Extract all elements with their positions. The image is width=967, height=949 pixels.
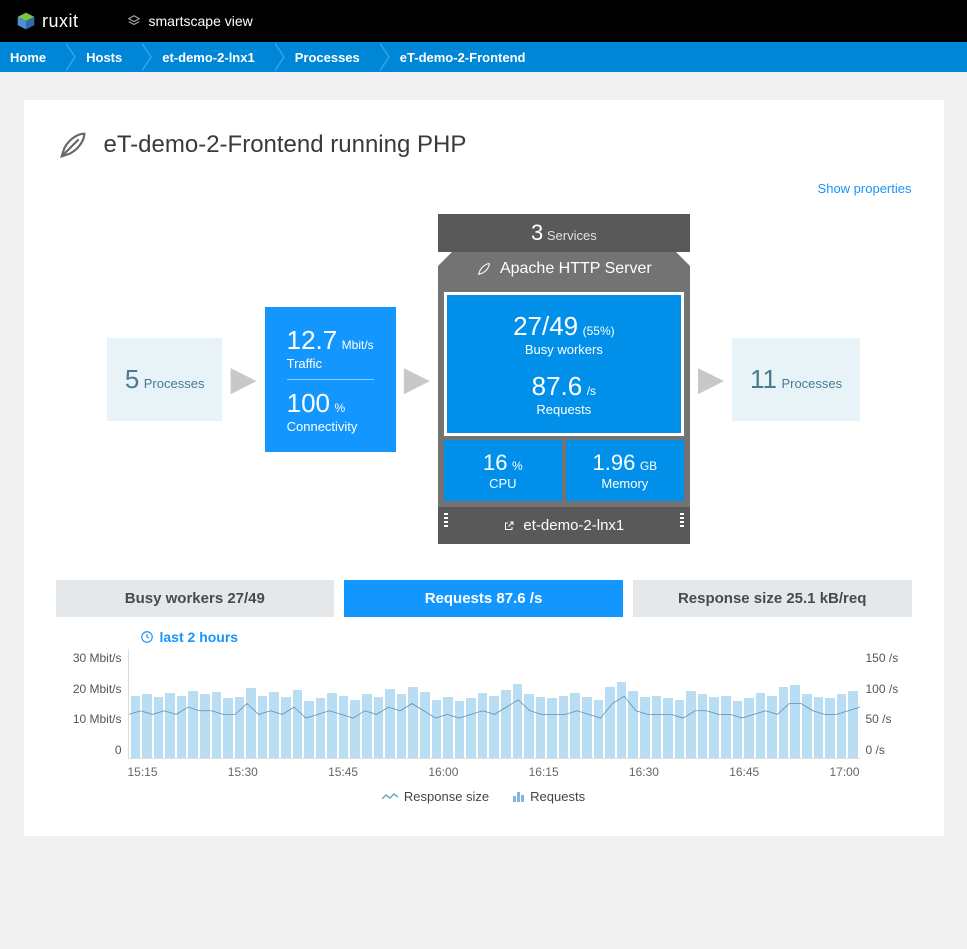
brand-logo[interactable]: ruxit bbox=[16, 11, 79, 32]
x-axis: 15:1515:3015:4516:0016:1516:3016:4517:00 bbox=[128, 765, 860, 779]
chart-legend: Response size Requests bbox=[56, 789, 912, 804]
breadcrumb-item[interactable]: et-demo-2-lnx1 bbox=[140, 42, 272, 72]
y-axis-left: 30 Mbit/s20 Mbit/s10 Mbit/s0 bbox=[56, 649, 128, 759]
metric-tab[interactable]: Response size 25.1 kB/req bbox=[633, 580, 912, 617]
bars-icon bbox=[513, 792, 524, 802]
apache-main-metrics: 27/49 (55%) Busy workers 87.6 /s Request… bbox=[444, 292, 684, 436]
line-icon bbox=[382, 792, 398, 802]
main-panel: eT-demo-2-Frontend running PHP Show prop… bbox=[24, 100, 944, 836]
time-range-selector[interactable]: last 2 hours bbox=[140, 629, 912, 645]
traffic-box[interactable]: 12.7 Mbit/s Traffic 100 % Connectivity bbox=[265, 307, 396, 452]
memory-cell: 1.96 GB Memory bbox=[566, 440, 684, 501]
apache-card[interactable]: 3 Services Apache HTTP Server 27/49 (55%… bbox=[438, 214, 690, 544]
smartscape-link[interactable]: smartscape view bbox=[127, 13, 253, 29]
feather-icon bbox=[56, 128, 90, 162]
host-footer[interactable]: et-demo-2-lnx1 bbox=[438, 507, 690, 544]
layers-icon bbox=[127, 14, 141, 28]
breadcrumb: HomeHostset-demo-2-lnx1ProcesseseT-demo-… bbox=[0, 42, 967, 72]
chart-area: last 2 hours 30 Mbit/s20 Mbit/s10 Mbit/s… bbox=[56, 629, 912, 804]
arrow-icon: ▶ bbox=[230, 359, 256, 399]
legend-response-size[interactable]: Response size bbox=[382, 789, 489, 804]
feather-icon bbox=[476, 261, 492, 277]
services-header: 3 Services bbox=[438, 214, 690, 252]
left-processes-box[interactable]: 5 Processes bbox=[107, 338, 223, 421]
right-processes-box[interactable]: 11 Processes bbox=[732, 338, 860, 421]
breadcrumb-item[interactable]: Home bbox=[0, 42, 64, 72]
y-axis-right: 150 /s100 /s50 /s0 /s bbox=[860, 649, 912, 759]
metric-tab[interactable]: Busy workers 27/49 bbox=[56, 580, 335, 617]
chart-plot[interactable] bbox=[128, 649, 860, 759]
arrow-icon: ▶ bbox=[404, 359, 430, 399]
brand-text: ruxit bbox=[42, 11, 79, 32]
cpu-cell: 16 % CPU bbox=[444, 440, 562, 501]
breadcrumb-item[interactable]: eT-demo-2-Frontend bbox=[378, 42, 544, 72]
server-title: Apache HTTP Server bbox=[438, 252, 690, 286]
response-size-line bbox=[129, 696, 860, 718]
arrow-icon: ▶ bbox=[698, 359, 724, 399]
legend-requests[interactable]: Requests bbox=[513, 789, 585, 804]
topology-row: 5 Processes ▶ 12.7 Mbit/s Traffic 100 % … bbox=[56, 214, 912, 544]
metric-tabs: Busy workers 27/49Requests 87.6 /s Respon… bbox=[56, 580, 912, 617]
page-title: eT-demo-2-Frontend running PHP bbox=[104, 131, 467, 159]
cube-icon bbox=[16, 11, 36, 31]
breadcrumb-item[interactable]: Processes bbox=[273, 42, 378, 72]
show-properties-link[interactable]: Show properties bbox=[818, 181, 912, 196]
clock-icon bbox=[140, 630, 154, 644]
top-bar: ruxit smartscape view bbox=[0, 0, 967, 42]
metric-tab[interactable]: Requests 87.6 /s bbox=[344, 580, 623, 617]
external-link-icon bbox=[503, 520, 515, 532]
